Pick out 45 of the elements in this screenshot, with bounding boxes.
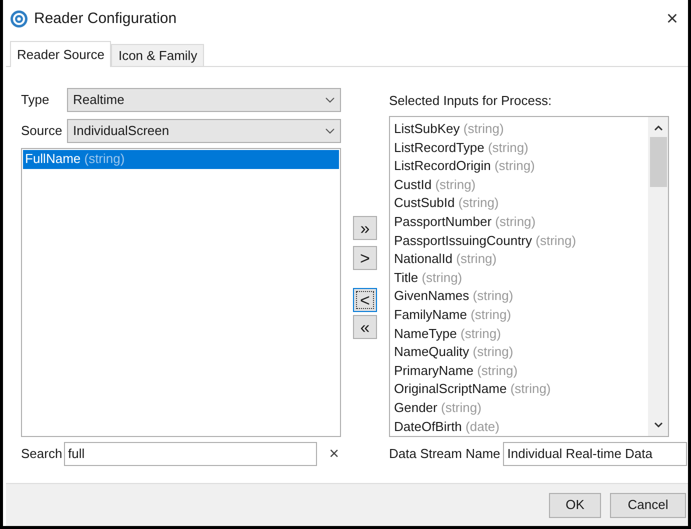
list-item[interactable]: CustSubId (string) xyxy=(392,194,648,213)
app-logo-icon xyxy=(10,10,28,28)
scroll-up-icon[interactable] xyxy=(654,125,662,131)
list-item[interactable]: PrimaryName (string) xyxy=(392,362,648,380)
type-label: Type xyxy=(21,90,50,109)
chevron-down-icon xyxy=(325,128,335,134)
data-stream-name-label: Data Stream Name xyxy=(389,444,500,463)
clear-search-button[interactable]: × xyxy=(329,445,339,462)
transfer-button[interactable]: « xyxy=(353,315,377,339)
window-title: Reader Configuration xyxy=(34,8,177,29)
list-item[interactable]: PassportIssuingCountry (string) xyxy=(392,232,648,250)
list-item[interactable]: ListSubKey (string) xyxy=(392,120,648,139)
source-label: Source xyxy=(21,122,64,140)
selected-inputs-label: Selected Inputs for Process: xyxy=(389,92,553,109)
transfer-button[interactable]: > xyxy=(353,246,377,270)
list-item[interactable]: GivenNames (string) xyxy=(392,287,648,306)
tab[interactable]: Reader Source xyxy=(10,41,112,67)
search-field[interactable]: full xyxy=(64,442,317,466)
list-item[interactable]: PassportNumber (string) xyxy=(392,212,648,232)
type-dropdown[interactable]: Realtime xyxy=(67,88,341,112)
list-item[interactable]: FullName (string) xyxy=(23,150,339,169)
list-item[interactable]: Title (string) xyxy=(392,268,648,288)
transfer-button[interactable]: < xyxy=(353,288,377,312)
list-item[interactable]: ListRecordType (string) xyxy=(392,138,648,158)
list-item[interactable]: NationalId (string) xyxy=(392,250,648,269)
list-item[interactable]: OriginalScriptName (string) xyxy=(392,380,648,399)
tab[interactable]: Icon & Family xyxy=(111,44,204,66)
close-button[interactable]: × xyxy=(662,9,682,29)
list-item[interactable]: NameQuality (string) xyxy=(392,343,648,362)
transfer-button[interactable]: » xyxy=(353,216,377,240)
search-label: Search xyxy=(21,444,64,463)
list-item[interactable]: FamilyName (string) xyxy=(392,306,648,325)
list-item[interactable]: NameType (string) xyxy=(392,324,648,344)
scrollbar-thumb[interactable] xyxy=(650,137,666,187)
scrollbar[interactable] xyxy=(648,117,668,436)
list-item[interactable]: ListRecordOrigin (string) xyxy=(392,157,648,176)
cancel-button[interactable]: Cancel xyxy=(610,492,686,518)
list-item[interactable]: Gender (string) xyxy=(392,398,648,418)
ok-button[interactable]: OK xyxy=(549,492,601,518)
data-stream-name-field[interactable]: Individual Real-time Data xyxy=(503,442,688,466)
chevron-down-icon xyxy=(325,96,335,102)
list-item[interactable]: CustId (string) xyxy=(392,176,648,194)
list-item[interactable]: DateOfBirth (date) xyxy=(392,418,648,436)
source-dropdown[interactable]: IndividualScreen xyxy=(67,118,341,142)
scroll-down-icon[interactable] xyxy=(654,422,662,428)
